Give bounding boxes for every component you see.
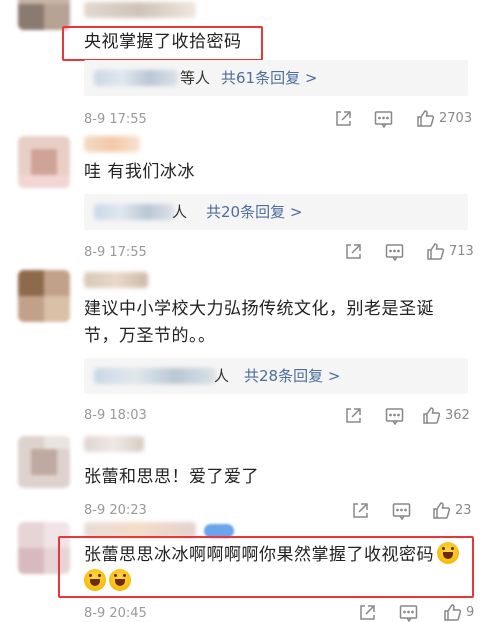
comment-item: 央视掌握了收拾密码 等人 共61条回复 > 8-9 17:55 2703 (0, 0, 486, 128)
like-button[interactable]: 362 (422, 406, 470, 425)
timestamp: 8-9 17:55 (84, 245, 147, 260)
comment-text: 哇 有我们冰冰 (84, 162, 195, 182)
username[interactable] (84, 436, 144, 452)
comment-button[interactable] (399, 604, 418, 622)
comment-text: 张蕾和思思！爱了爱了 (84, 467, 259, 487)
comment-button[interactable] (374, 110, 393, 128)
share-icon (346, 408, 361, 423)
timestamp: 8-9 18:03 (84, 408, 147, 423)
thumbs-up-icon (427, 243, 445, 260)
reply-summary[interactable]: 人 共20条回复 > (84, 194, 468, 230)
comment-icon (374, 111, 393, 128)
share-icon (360, 605, 375, 620)
like-count: 713 (449, 244, 474, 259)
reply-count-link[interactable]: 共28条回复 > (244, 358, 340, 394)
laughing-face-emoji (84, 569, 106, 591)
avatar[interactable] (18, 270, 70, 322)
share-button[interactable] (334, 110, 352, 128)
share-button[interactable] (344, 243, 362, 261)
comment-button[interactable] (385, 407, 404, 425)
share-icon (336, 111, 351, 126)
avatar[interactable] (18, 436, 70, 488)
timestamp: 8-9 20:23 (84, 503, 147, 518)
thumbs-up-icon (444, 604, 462, 621)
reply-summary[interactable]: 等人 共61条回复 > (84, 60, 468, 96)
comment-button[interactable] (392, 502, 411, 520)
like-button[interactable]: 9 (443, 603, 474, 622)
comment-button[interactable] (385, 243, 404, 261)
comment-icon (385, 408, 404, 425)
thumbs-up-icon (433, 502, 451, 519)
comment-list: 央视掌握了收拾密码 等人 共61条回复 > 8-9 17:55 2703 哇 有… (0, 0, 486, 622)
reply-count-link[interactable]: 共61条回复 > (221, 60, 317, 96)
like-count: 362 (445, 408, 470, 423)
reply-users (94, 368, 216, 384)
comment-item: 建议中小学校大力弘扬传统文化，别老是圣诞 节，万圣节的。。 人 共28条回复 >… (0, 270, 486, 430)
username[interactable] (84, 272, 148, 288)
laughing-face-emoji (437, 542, 459, 564)
timestamp: 8-9 20:45 (84, 606, 147, 621)
like-button[interactable]: 713 (426, 242, 474, 261)
share-icon (353, 503, 368, 518)
reply-users (94, 204, 174, 220)
comment-text: 建议中小学校大力弘扬传统文化，别老是圣诞 节，万圣节的。。 (84, 299, 434, 346)
thumbs-up-icon (423, 407, 441, 424)
comment-icon (385, 244, 404, 261)
reply-people-label: 人 (214, 367, 230, 385)
like-count: 9 (466, 605, 475, 620)
like-button[interactable]: 23 (432, 501, 472, 520)
like-count: 2703 (439, 111, 473, 126)
share-button[interactable] (358, 604, 376, 622)
comment-icon (399, 605, 418, 622)
avatar[interactable] (18, 136, 70, 188)
reply-users (94, 70, 178, 86)
comment-item: 哇 有我们冰冰 人 共20条回复 > 8-9 17:55 713 (0, 128, 486, 270)
comment-icon (392, 503, 411, 520)
reply-summary[interactable]: 人 共28条回复 > (84, 358, 468, 394)
username[interactable] (84, 2, 196, 18)
comment-item: 张蕾思思冰冰啊啊啊啊你果然掌握了收视密码 8-9 20:45 9 (0, 522, 486, 622)
timestamp: 8-9 17:55 (84, 112, 147, 127)
comment-text: 央视掌握了收拾密码 (84, 32, 242, 52)
comment-text: 张蕾思思冰冰啊啊啊啊你果然掌握了收视密码 (84, 542, 484, 596)
like-button[interactable]: 2703 (416, 109, 472, 128)
thumbs-up-icon (417, 110, 435, 127)
reply-people-label: 等人 (180, 69, 211, 87)
laughing-face-emoji (109, 569, 131, 591)
reply-people-label: 人 (172, 203, 188, 221)
share-button[interactable] (344, 407, 362, 425)
share-icon (346, 244, 361, 259)
reply-count-link[interactable]: 共20条回复 > (206, 194, 302, 230)
share-button[interactable] (351, 502, 369, 520)
like-count: 23 (455, 503, 472, 518)
username[interactable] (84, 136, 140, 152)
comment-item: 张蕾和思思！爱了爱了 8-9 20:23 23 (0, 430, 486, 522)
